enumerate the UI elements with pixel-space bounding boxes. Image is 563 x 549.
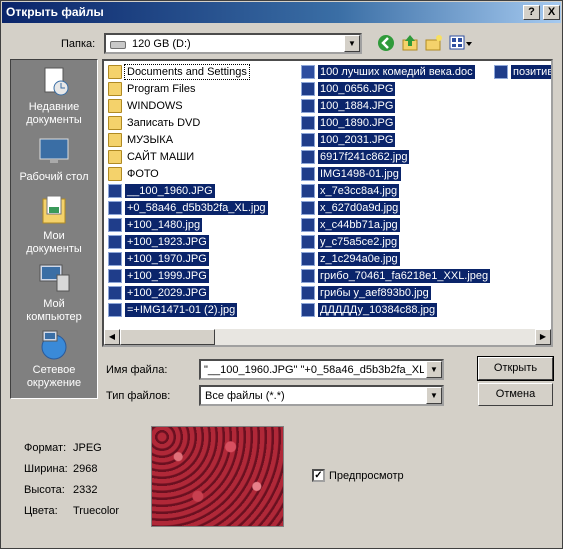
my-documents-icon xyxy=(37,193,71,227)
filetype-label: Тип файлов: xyxy=(106,390,171,402)
drive-icon xyxy=(110,41,126,49)
image-file-icon xyxy=(301,167,315,181)
lookin-value: 120 GB (D:) xyxy=(132,38,191,50)
cancel-button[interactable]: Отмена xyxy=(478,383,553,406)
back-icon[interactable] xyxy=(377,34,395,52)
image-file-icon xyxy=(108,184,122,198)
place-label-line1: Сетевое xyxy=(32,364,76,376)
preview-checkbox-label[interactable]: Предпросмотр xyxy=(329,470,404,482)
folder-icon xyxy=(108,65,122,79)
window-title: Открыть файлы xyxy=(6,5,104,19)
filename-label: Имя файла: xyxy=(106,364,168,376)
new-folder-icon[interactable] xyxy=(425,34,443,52)
desktop-icon xyxy=(37,134,71,168)
scroll-thumb[interactable] xyxy=(120,329,215,345)
horizontal-scrollbar[interactable]: ◀ ▶ xyxy=(104,329,551,345)
place-label-line1: Рабочий стол xyxy=(19,171,89,183)
chevron-down-icon[interactable]: ▼ xyxy=(426,361,442,378)
image-file-icon xyxy=(301,201,315,215)
format-label: Формат: xyxy=(24,442,67,454)
height-value: 2332 xyxy=(73,484,98,496)
open-button[interactable]: Открыть xyxy=(477,356,554,381)
lookin-dropdown[interactable]: 120 GB (D:) ▼ xyxy=(104,33,362,54)
place-label-line2: документы xyxy=(26,243,82,255)
word-document-icon xyxy=(301,65,315,79)
place-label-line2: документы xyxy=(26,114,82,126)
place-my-documents[interactable]: Мои документы xyxy=(11,193,97,256)
image-file-icon xyxy=(301,133,315,147)
color-value: Truecolor xyxy=(73,505,120,517)
file-list[interactable]: Documents and Settings Program Files WIN… xyxy=(102,59,553,347)
filetype-value: Все файлы (*.*) xyxy=(205,390,285,402)
place-desktop[interactable]: Рабочий стол xyxy=(11,134,97,184)
width-label: Ширина: xyxy=(24,463,68,475)
image-file-icon xyxy=(108,269,122,283)
title-bar[interactable]: Открыть файлы ? X xyxy=(2,2,561,23)
filetype-dropdown[interactable]: Все файлы (*.*) ▼ xyxy=(199,385,444,406)
image-file-icon xyxy=(108,252,122,266)
image-file-icon xyxy=(301,218,315,232)
scroll-left-icon[interactable]: ◀ xyxy=(104,329,120,345)
place-label-line1: Мой xyxy=(43,298,65,310)
image-file-icon xyxy=(301,252,315,266)
image-file-icon xyxy=(108,286,122,300)
image-file-icon xyxy=(301,184,315,198)
image-file-icon xyxy=(108,235,122,249)
place-label-line1: Недавние xyxy=(28,101,80,113)
my-computer-icon xyxy=(37,261,71,295)
place-label-line2: окружение xyxy=(26,377,82,389)
folder-icon xyxy=(108,82,122,96)
image-file-icon xyxy=(301,235,315,249)
format-value: JPEG xyxy=(73,442,102,454)
filename-input[interactable]: "__100_1960.JPG" "+0_58a46_d5b3b2fa_XL.j… xyxy=(199,359,444,380)
image-file-icon xyxy=(301,99,315,113)
place-my-computer[interactable]: Мой компьютер xyxy=(11,261,97,324)
network-places-icon xyxy=(37,327,71,361)
folder-icon xyxy=(108,133,122,147)
image-file-icon xyxy=(301,303,315,317)
image-file-icon xyxy=(494,65,508,79)
view-menu-icon[interactable] xyxy=(449,34,473,52)
image-file-icon xyxy=(301,82,315,96)
height-label: Высота: xyxy=(24,484,65,496)
place-recent-documents[interactable]: Недавние документы xyxy=(11,64,97,127)
filename-value: "__100_1960.JPG" "+0_58a46_d5b3b2fa_XL.j xyxy=(204,364,424,376)
color-label: Цвета: xyxy=(24,505,58,517)
up-folder-icon[interactable] xyxy=(401,34,419,52)
place-label-line2: компьютер xyxy=(26,311,82,323)
close-button[interactable]: X xyxy=(543,5,560,20)
lookin-label: Папка: xyxy=(61,38,96,50)
image-file-icon xyxy=(301,269,315,283)
preview-checkbox[interactable]: ✓ xyxy=(312,469,325,482)
scroll-right-icon[interactable]: ▶ xyxy=(535,329,551,345)
folder-icon xyxy=(108,150,122,164)
recent-documents-icon xyxy=(37,64,71,98)
chevron-down-icon[interactable]: ▼ xyxy=(426,387,442,404)
folder-icon xyxy=(108,116,122,130)
image-preview xyxy=(151,426,284,527)
help-button[interactable]: ? xyxy=(523,5,540,20)
image-file-icon xyxy=(301,150,315,164)
folder-icon xyxy=(108,167,122,181)
width-value: 2968 xyxy=(73,463,98,475)
image-file-icon xyxy=(301,116,315,130)
image-file-icon xyxy=(108,201,122,215)
open-files-dialog: Открыть файлы ? X Папка: 120 GB (D:) ▼ Н… xyxy=(0,0,563,549)
image-file-icon xyxy=(108,303,122,317)
place-label-line1: Мои xyxy=(43,230,65,242)
image-file-icon xyxy=(301,286,315,300)
place-network[interactable]: Сетевое окружение xyxy=(11,327,97,390)
folder-icon xyxy=(108,99,122,113)
places-bar: Недавние документы Рабочий стол Мои доку… xyxy=(10,59,98,399)
image-file-icon xyxy=(108,218,122,232)
chevron-down-icon[interactable]: ▼ xyxy=(344,35,360,52)
